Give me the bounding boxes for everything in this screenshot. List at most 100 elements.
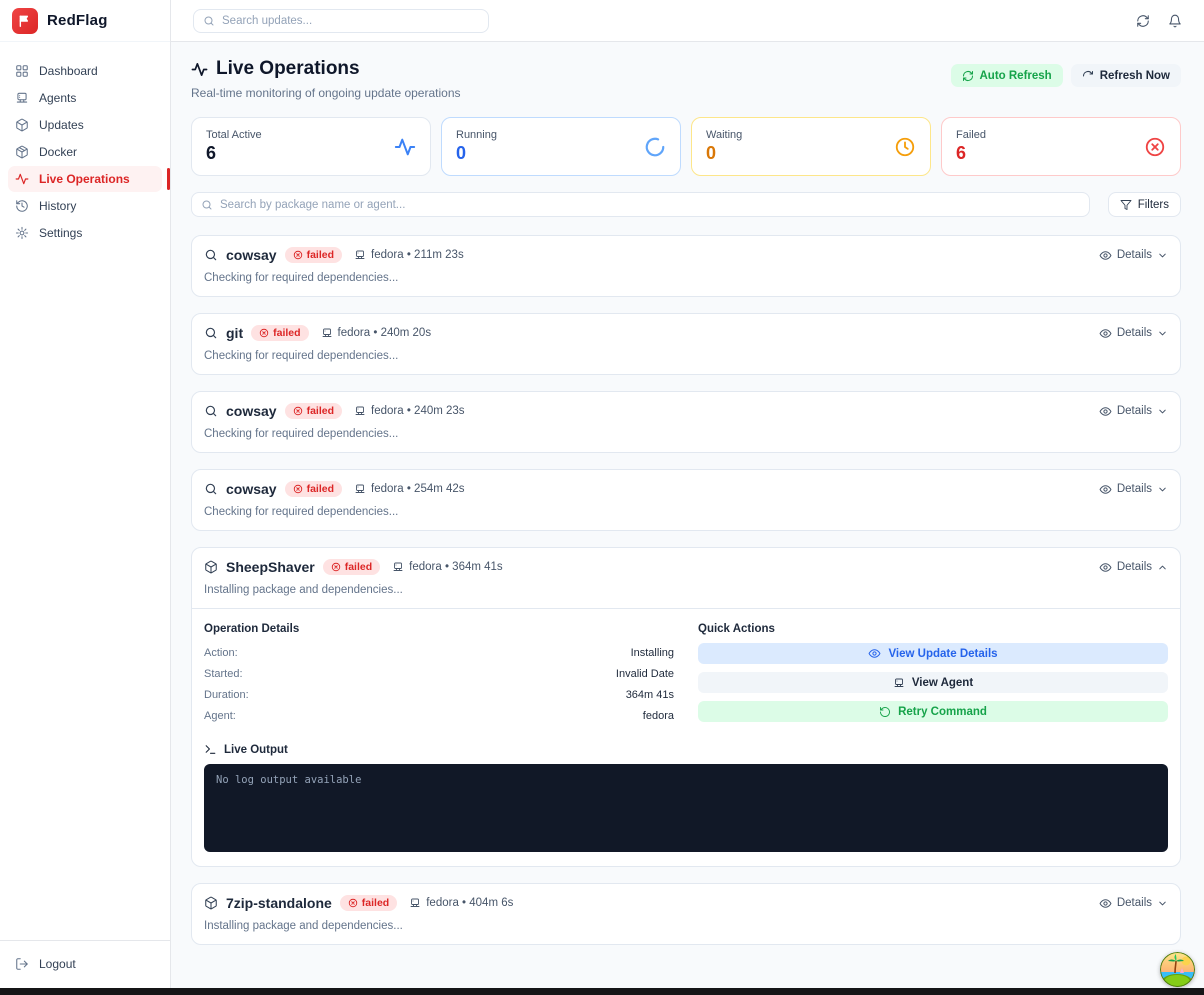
operation-meta: fedora • 254m 42s [354,483,465,495]
refresh-icon[interactable] [1136,14,1150,28]
eye-icon [1099,483,1112,496]
global-search [193,9,489,33]
sidebar-item-agents[interactable]: Agents [8,85,162,111]
chevron-down-icon [1157,898,1168,909]
status-badge: failed [251,325,308,341]
package-icon [15,118,29,132]
sidebar-item-live-operations[interactable]: Live Operations [8,166,162,192]
tropical-island-icon[interactable] [1160,952,1195,987]
operation-name: git [226,325,243,341]
chevron-down-icon [1157,484,1168,495]
operation-meta: fedora • 364m 41s [392,561,503,573]
search-icon [204,248,218,262]
view-update-details-button[interactable]: View Update Details [698,643,1168,664]
live-output-header: Live Output [204,743,1168,756]
loader-icon [644,136,666,158]
status-badge: failed [285,403,342,419]
operation-details-section: Operation Details Action:Installing Star… [204,623,674,727]
details-toggle[interactable]: Details [1099,327,1168,340]
refresh-now-button[interactable]: Refresh Now [1071,64,1181,87]
eye-icon [1099,405,1112,418]
operation-summary: Checking for required dependencies... [192,341,1180,374]
status-badge: failed [323,559,380,575]
x-circle-icon [1144,136,1166,158]
status-badge: failed [340,895,397,911]
operation-meta: fedora • 211m 23s [354,249,464,261]
sidebar-item-label: Agents [39,91,76,105]
operation-summary: Installing package and dependencies... [192,911,1180,944]
stat-card-total-active: Total Active 6 [191,117,431,176]
operations-search [191,192,1090,217]
stat-label: Failed [956,129,1144,141]
history-icon [15,199,29,213]
search-icon [204,404,218,418]
logout-button[interactable]: Logout [8,951,162,977]
auto-refresh-button[interactable]: Auto Refresh [951,64,1063,87]
live-output-terminal[interactable]: No log output available [204,764,1168,852]
details-toggle[interactable]: Details [1099,561,1168,574]
details-toggle[interactable]: Details [1099,483,1168,496]
stat-card-running: Running 0 [441,117,681,176]
page-content: Live Operations Real-time monitoring of … [171,42,1204,995]
details-toggle[interactable]: Details [1099,897,1168,910]
detail-row: Started:Invalid Date [204,664,674,685]
status-badge: failed [285,481,342,497]
quick-actions-title: Quick Actions [698,623,1168,635]
sidebar-item-dashboard[interactable]: Dashboard [8,58,162,84]
gear-icon [15,226,29,240]
operation-name: SheepShaver [226,559,315,575]
computer-icon [15,91,29,105]
view-agent-button[interactable]: View Agent [698,672,1168,693]
operation-card: cowsay failed fedora • 254m 42s Details … [191,469,1181,531]
global-search-input[interactable] [222,15,479,27]
operation-details-title: Operation Details [204,623,674,635]
operation-expanded-panel: Operation Details Action:Installing Star… [192,608,1180,866]
operation-summary: Checking for required dependencies... [192,497,1180,530]
topbar-actions [1136,14,1182,28]
app-window: RedFlag Dashboard Agents Updates Docker … [0,0,1204,995]
operations-search-input[interactable] [220,199,1080,211]
sidebar-item-updates[interactable]: Updates [8,112,162,138]
stat-value: 0 [706,143,894,164]
eye-icon [1099,561,1112,574]
logout-label: Logout [39,957,76,971]
operation-summary: Checking for required dependencies... [192,419,1180,452]
retry-command-button[interactable]: Retry Command [698,701,1168,722]
filter-row: Filters [191,192,1181,217]
sidebar-item-label: History [39,199,76,213]
sidebar-item-history[interactable]: History [8,193,162,219]
operation-name: cowsay [226,403,277,419]
detail-row: Duration:364m 41s [204,685,674,706]
operation-meta: fedora • 240m 20s [321,327,432,339]
logout-icon [15,957,29,971]
operation-card: 7zip-standalone failed fedora • 404m 6s … [191,883,1181,945]
operation-card: git failed fedora • 240m 20s Details Che… [191,313,1181,375]
search-icon [204,482,218,496]
activity-icon [394,136,416,158]
sidebar-item-docker[interactable]: Docker [8,139,162,165]
search-icon [201,199,213,211]
operation-card-expanded: SheepShaver failed fedora • 364m 41s Det… [191,547,1181,867]
topbar [171,0,1204,42]
package-icon [204,896,218,910]
rotate-icon [962,70,974,82]
sidebar-item-settings[interactable]: Settings [8,220,162,246]
sidebar-item-label: Dashboard [39,64,98,78]
sidebar-item-label: Docker [39,145,77,159]
chevron-down-icon [1157,406,1168,417]
terminal-icon [204,743,217,756]
filter-funnel-icon [1120,199,1132,211]
sidebar-item-label: Updates [39,118,84,132]
stats-row: Total Active 6 Running 0 Waiting 0 [191,117,1181,176]
sidebar-nav: Dashboard Agents Updates Docker Live Ope… [0,42,170,940]
brand-name: RedFlag [47,12,108,29]
sidebar: RedFlag Dashboard Agents Updates Docker … [0,0,171,995]
filters-button[interactable]: Filters [1108,192,1181,217]
chevron-down-icon [1157,328,1168,339]
operation-card: cowsay failed fedora • 240m 23s Details … [191,391,1181,453]
details-toggle[interactable]: Details [1099,405,1168,418]
bell-icon[interactable] [1168,14,1182,28]
quick-actions-section: Quick Actions View Update Details View A… [698,623,1168,727]
details-toggle[interactable]: Details [1099,249,1168,262]
retry-icon [879,706,891,718]
